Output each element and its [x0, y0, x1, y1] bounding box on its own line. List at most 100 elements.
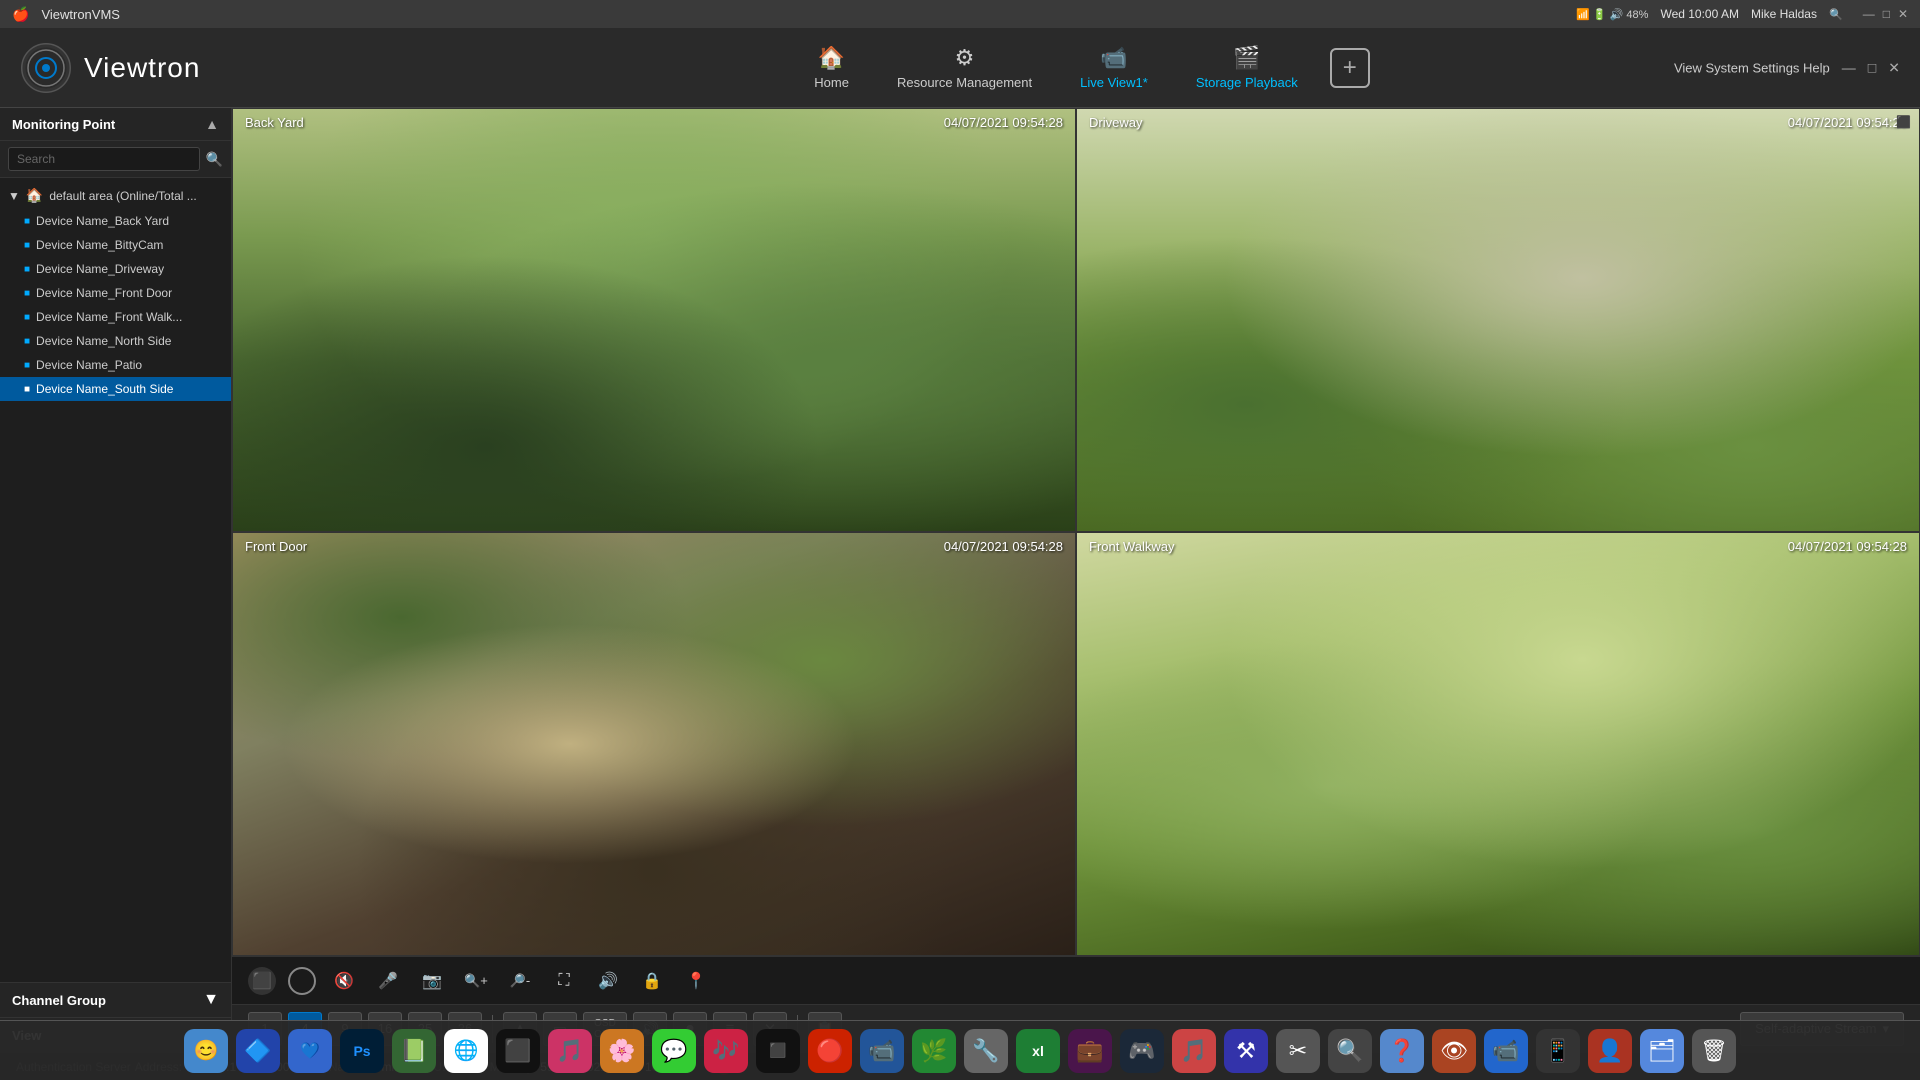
header-minimize[interactable]: — — [1842, 59, 1856, 76]
dock-app4[interactable]: ⬛ — [496, 1029, 540, 1073]
dock-ps[interactable]: Ps — [340, 1029, 384, 1073]
dock-chrome[interactable]: 🌐 — [444, 1029, 488, 1073]
sidebar: Monitoring Point ▲ 🔍 ▼ 🏠 default area (O… — [0, 108, 232, 1052]
search-button[interactable]: 🔍 — [206, 151, 223, 168]
dock-app5[interactable]: 🎵 — [548, 1029, 592, 1073]
tree-root-item[interactable]: ▼ 🏠 default area (Online/Total ... — [0, 182, 231, 209]
dock-app8[interactable]: 🔧 — [964, 1029, 1008, 1073]
video-cell-front-walk[interactable]: Front Walkway 04/07/2021 09:54:28 — [1076, 532, 1920, 956]
dock-xcode[interactable]: ⚒ — [1224, 1029, 1268, 1073]
search-icon[interactable]: 🔍 — [1829, 8, 1843, 21]
dock-photos[interactable]: 🌸 — [600, 1029, 644, 1073]
dock-zoom[interactable]: 📹 — [1484, 1029, 1528, 1073]
cam-icon-4: ■ — [24, 288, 30, 299]
monitoring-header: Monitoring Point ▲ — [0, 108, 231, 141]
device-front-door[interactable]: ■ Device Name_Front Door — [0, 281, 231, 305]
device-south-side[interactable]: ■ Device Name_South Side — [0, 377, 231, 401]
control-bar: ⬛ 🔇 🎤 📷 🔍+ 🔎- ⛶ 🔊 🔒 📍 — [232, 956, 1920, 1004]
maximize-button[interactable]: □ — [1883, 7, 1890, 21]
nav-resource-label: Resource Management — [897, 75, 1032, 90]
feed-3-overlay: Front Door 04/07/2021 09:54:28 — [233, 533, 1075, 560]
video-cell-back-yard[interactable]: Back Yard 04/07/2021 09:54:28 — [232, 108, 1076, 532]
dock-app3[interactable]: 📗 — [392, 1029, 436, 1073]
logo-area: Viewtron — [20, 42, 260, 94]
dock-steam[interactable]: 🎮 — [1120, 1029, 1164, 1073]
video-cell-front-door[interactable]: Front Door 04/07/2021 09:54:28 — [232, 532, 1076, 956]
logo-icon — [20, 42, 72, 94]
device-patio[interactable]: ■ Device Name_Patio — [0, 353, 231, 377]
window-controls[interactable]: — □ ✕ — [1863, 7, 1908, 21]
nav-resource[interactable]: ⚙ Resource Management — [873, 37, 1056, 98]
feed-1-timestamp: 04/07/2021 09:54:28 — [944, 115, 1063, 130]
device-driveway[interactable]: ■ Device Name_Driveway — [0, 257, 231, 281]
help-link[interactable]: View System Settings Help — [1674, 60, 1830, 75]
cam-icon-6: ■ — [24, 336, 30, 347]
dock-app9[interactable]: 🎵 — [1172, 1029, 1216, 1073]
dock-app2[interactable]: 💙 — [288, 1029, 332, 1073]
audio-btn[interactable]: 🔇 — [328, 965, 360, 997]
nav-home[interactable]: 🏠 Home — [790, 37, 873, 98]
system-username: Mike Haldas — [1751, 7, 1817, 21]
feed-4-timestamp: 04/07/2021 09:54:28 — [1788, 539, 1907, 554]
circle-btn[interactable] — [288, 967, 316, 995]
zoom-out-btn[interactable]: 🔎- — [504, 965, 536, 997]
storage-icon: 🎬 — [1233, 45, 1260, 71]
zoom-in-btn[interactable]: 🔍+ — [460, 965, 492, 997]
dock-trash[interactable]: 🗑 — [1692, 1029, 1736, 1073]
header-win-controls[interactable]: — □ ✕ — [1842, 59, 1900, 76]
dock-slack[interactable]: 💼 — [1068, 1029, 1112, 1073]
cam-icon-1: ■ — [24, 216, 30, 227]
dock-app10[interactable]: 🔍 — [1328, 1029, 1372, 1073]
dock-music[interactable]: 🎶 — [704, 1029, 748, 1073]
collapse-icon[interactable]: ▲ — [205, 116, 219, 132]
audio2-btn[interactable]: 🔊 — [592, 965, 624, 997]
snapshot-btn[interactable]: 📷 — [416, 965, 448, 997]
apple-icon[interactable]: 🍎 — [12, 6, 29, 23]
device-front-walk[interactable]: ■ Device Name_Front Walk... — [0, 305, 231, 329]
dock-app7[interactable]: 🌿 — [912, 1029, 956, 1073]
dock-msg[interactable]: 💬 — [652, 1029, 696, 1073]
feed-2-icons: ⬛ — [1896, 115, 1911, 129]
dock-finder2[interactable]: 🗂 — [1640, 1029, 1684, 1073]
device-label-6: Device Name_North Side — [36, 334, 171, 348]
nav-area: 🏠 Home ⚙ Resource Management 📹 Live View… — [260, 37, 1900, 98]
mic-btn[interactable]: 🎤 — [372, 965, 404, 997]
dock-iphone[interactable]: 📱 — [1536, 1029, 1580, 1073]
search-box: 🔍 — [0, 141, 231, 178]
feed-1-label: Back Yard — [245, 115, 304, 130]
dock-preview[interactable]: 👁 — [1432, 1029, 1476, 1073]
device-bittycam[interactable]: ■ Device Name_BittyCam — [0, 233, 231, 257]
dock-terminal[interactable]: ⬛ — [756, 1029, 800, 1073]
dock-app1[interactable]: 🔷 — [236, 1029, 280, 1073]
feed-1-overlay: Back Yard 04/07/2021 09:54:28 — [233, 109, 1075, 136]
search-input[interactable] — [8, 147, 200, 171]
dock-fcp[interactable]: ✂ — [1276, 1029, 1320, 1073]
lock-btn[interactable]: 🔒 — [636, 965, 668, 997]
header-close[interactable]: ✕ — [1888, 59, 1900, 76]
add-view-button[interactable]: + — [1330, 48, 1370, 88]
dock-camera[interactable]: 📹 — [860, 1029, 904, 1073]
home-icon: 🏠 — [818, 45, 845, 71]
fullscreen-btn[interactable]: ⛶ — [548, 965, 580, 997]
monitoring-title: Monitoring Point — [12, 117, 115, 132]
nav-live[interactable]: 📹 Live View1* — [1056, 37, 1172, 98]
nav-storage-label: Storage Playback — [1196, 75, 1298, 90]
header-maximize[interactable]: □ — [1868, 59, 1876, 76]
dock-help[interactable]: ❓ — [1380, 1029, 1424, 1073]
dock-finder[interactable]: 😊 — [184, 1029, 228, 1073]
device-label-7: Device Name_Patio — [36, 358, 142, 372]
dock-contacts[interactable]: 👤 — [1588, 1029, 1632, 1073]
feed-2-overlay: Driveway 04/07/2021 09:54:28 — [1077, 109, 1919, 136]
video-cell-driveway[interactable]: Driveway 04/07/2021 09:54:28 ⬛ — [1076, 108, 1920, 532]
minimize-button[interactable]: — — [1863, 7, 1875, 21]
device-back-yard[interactable]: ■ Device Name_Back Yard — [0, 209, 231, 233]
map-btn[interactable]: 📍 — [680, 965, 712, 997]
dock-excel[interactable]: xl — [1016, 1029, 1060, 1073]
cam-icon-8: ■ — [24, 384, 30, 395]
channel-group-section[interactable]: Channel Group ▼ — [0, 983, 231, 1018]
device-north-side[interactable]: ■ Device Name_North Side — [0, 329, 231, 353]
close-button[interactable]: ✕ — [1898, 7, 1908, 21]
record-icon-btn[interactable]: ⬛ — [248, 967, 276, 995]
nav-storage[interactable]: 🎬 Storage Playback — [1172, 37, 1322, 98]
dock-app6[interactable]: 🔴 — [808, 1029, 852, 1073]
